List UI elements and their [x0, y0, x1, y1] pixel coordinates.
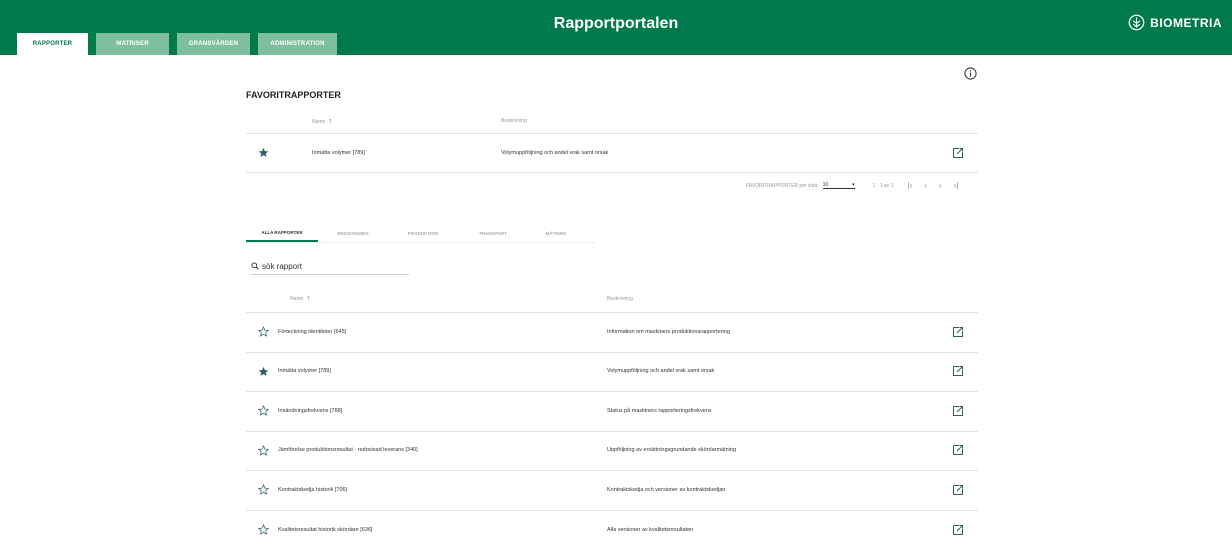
report-name[interactable]: Insändningsfrekvens [788] [278, 408, 342, 414]
report-name[interactable]: Inmätta volymer [789] [278, 368, 331, 374]
app-title: Rapportportalen [553, 15, 679, 32]
tab-matriser[interactable]: MATRISER [96, 33, 169, 55]
report-description: Volymuppföljning och andel vrak samt ors… [501, 149, 609, 156]
fav-col-description-label: Beskrivning [501, 118, 527, 124]
brand-logo[interactable]: BIOMETRIA [1128, 14, 1222, 31]
star-filled-icon[interactable] [258, 366, 269, 377]
tab-rapporter[interactable]: RAPPORTER [17, 33, 88, 55]
per-page-select[interactable]: 10 ▾ [822, 182, 855, 189]
tab-gransvarden[interactable]: GRÄNSVÄRDEN [177, 33, 250, 55]
favorites-title: FAVORITRAPPORTER [246, 90, 341, 100]
per-page-value: 10 [822, 182, 829, 188]
fav-col-name-label: Namn [312, 118, 326, 125]
category-tabs: ALLA RAPPORTER REDOVISNING PRODUKTION TR… [246, 224, 584, 242]
fav-col-name[interactable]: Namn ↑ [312, 118, 332, 125]
prev-page-icon[interactable]: ‹ [924, 181, 927, 190]
sort-up-icon: ↑ [328, 118, 332, 125]
tab-produktion[interactable]: PRODUKTION [388, 224, 458, 242]
tab-matning[interactable]: MÄTNING [528, 224, 584, 242]
open-external-icon[interactable] [952, 147, 964, 159]
open-external-icon[interactable] [952, 524, 964, 536]
open-external-icon[interactable] [952, 405, 964, 417]
page-range: 1 - 1 av 1 [872, 182, 894, 189]
favorites-pager: FAVORITRAPPORTER per sida: 10 ▾ 1 - 1 av… [746, 181, 958, 190]
open-external-icon[interactable] [952, 326, 964, 338]
report-description: Volymuppföljning och andel vrak samt ors… [607, 368, 715, 375]
report-row[interactable]: Insändningsfrekvens [788] Status på maski… [246, 391, 978, 430]
tab-administration[interactable]: ADMINISTRATION [258, 33, 337, 55]
report-description: Status på maskiners rapporteringsfrekven… [607, 407, 712, 414]
next-page-icon[interactable]: › [939, 181, 942, 190]
divider [246, 172, 978, 173]
col-description-label: Beskrivning [607, 296, 633, 302]
tab-alla-rapporter[interactable]: ALLA RAPPORTER [246, 224, 318, 242]
tab-transport[interactable]: TRANSPORT [458, 224, 528, 242]
info-icon[interactable] [964, 67, 977, 80]
report-description: Uppföljning av ersättningsgrundande skör… [607, 447, 737, 454]
fav-col-description: Beskrivning [501, 118, 527, 124]
star-outline-icon[interactable] [258, 444, 269, 456]
caret-down-icon: ▾ [852, 182, 855, 188]
open-external-icon[interactable] [952, 365, 964, 377]
report-row[interactable]: Inmätta volymer [789] Volymuppföljning oc… [246, 352, 978, 391]
report-name[interactable]: Inmätta volymer [789] [312, 150, 365, 156]
biometria-logo-icon [1128, 14, 1145, 31]
col-name-label: Namn [290, 295, 304, 302]
search-input[interactable] [262, 261, 402, 271]
open-external-icon[interactable] [952, 444, 964, 456]
divider [246, 242, 596, 243]
tab-redovisning[interactable]: REDOVISNING [318, 224, 388, 242]
brand-name: BIOMETRIA [1150, 15, 1222, 30]
sort-up-icon: ↑ [306, 295, 310, 302]
star-outline-icon[interactable] [258, 484, 269, 496]
search-box[interactable] [251, 258, 409, 275]
report-name[interactable]: Kvalitetsresultat historik skördare [636… [278, 527, 372, 533]
report-name[interactable]: Förteckning identiteter [645] [278, 329, 346, 335]
per-page-label: FAVORITRAPPORTER per sida: [746, 182, 819, 189]
first-page-icon[interactable]: |‹ [907, 181, 912, 190]
report-description: Kontraktskedja och versioner av kontrakt… [607, 486, 726, 493]
col-name[interactable]: Namn ↑ [290, 295, 310, 302]
top-bar: RAPPORTER MATRISER GRÄNSVÄRDEN ADMINISTR… [0, 0, 1232, 55]
star-filled-icon[interactable] [258, 147, 269, 158]
main-tabs: RAPPORTER MATRISER GRÄNSVÄRDEN ADMINISTR… [17, 33, 337, 55]
report-name[interactable]: Jämförelse produktionsresultat - redovis… [278, 447, 418, 453]
open-external-icon[interactable] [952, 484, 964, 496]
report-name[interactable]: Kontraktskedja historik [706] [278, 487, 347, 493]
favorite-row[interactable]: Inmätta volymer [789] Volymuppföljning o… [246, 133, 978, 172]
col-description: Beskrivning [607, 296, 633, 302]
report-row[interactable]: Jämförelse produktionsresultat - redovis… [246, 431, 978, 470]
report-description: Alla versioner av kvalitetsresultaten [607, 526, 694, 533]
report-row[interactable]: Kontraktskedja historik [706] Kontraktske… [246, 470, 978, 509]
report-row[interactable]: Kvalitetsresultat historik skördare [636… [246, 510, 978, 544]
star-outline-icon[interactable] [258, 326, 269, 337]
report-row[interactable]: Förteckning identiteter [645] Information… [246, 312, 978, 351]
search-icon [251, 262, 259, 270]
star-outline-icon[interactable] [258, 524, 269, 535]
star-outline-icon[interactable] [258, 405, 269, 416]
report-description: Information om maskiners produktionsrapp… [607, 328, 730, 335]
last-page-icon[interactable]: ›| [954, 181, 959, 190]
